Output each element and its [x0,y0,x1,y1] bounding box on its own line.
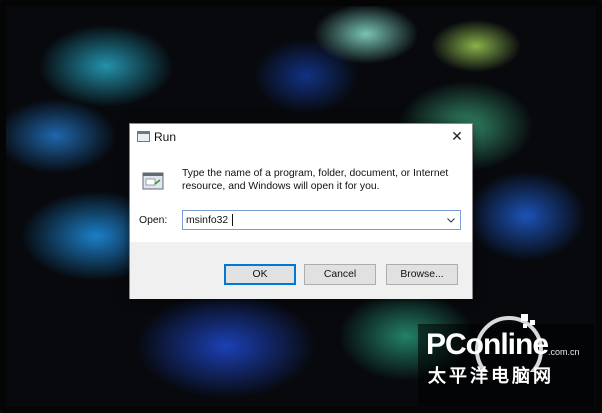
browse-button[interactable]: Browse... [386,264,458,285]
run-app-icon [137,131,150,142]
run-dialog: Run ✕ Type the name of a program, folder… [129,123,473,299]
open-label: Open: [139,215,168,226]
chevron-down-icon [447,217,455,223]
title-bar: Run ✕ [130,124,472,150]
watermark-domain: .com.cn [548,347,580,357]
watermark-logo: PConline [426,328,549,361]
button-bar: OK Cancel Browse... [130,242,472,299]
run-window-icon [142,172,164,190]
text-caret [232,214,233,226]
watermark-chinese-text: 太平洋电脑网 [428,366,554,387]
close-icon: ✕ [451,127,463,144]
close-button[interactable]: ✕ [442,124,472,148]
ok-button[interactable]: OK [224,264,296,285]
cancel-button[interactable]: Cancel [304,264,376,285]
open-dropdown-button[interactable] [445,214,457,226]
dialog-title: Run [154,130,177,144]
dialog-description: Type the name of a program, folder, docu… [182,168,449,192]
open-input[interactable] [186,212,436,228]
open-combobox[interactable] [182,210,461,230]
